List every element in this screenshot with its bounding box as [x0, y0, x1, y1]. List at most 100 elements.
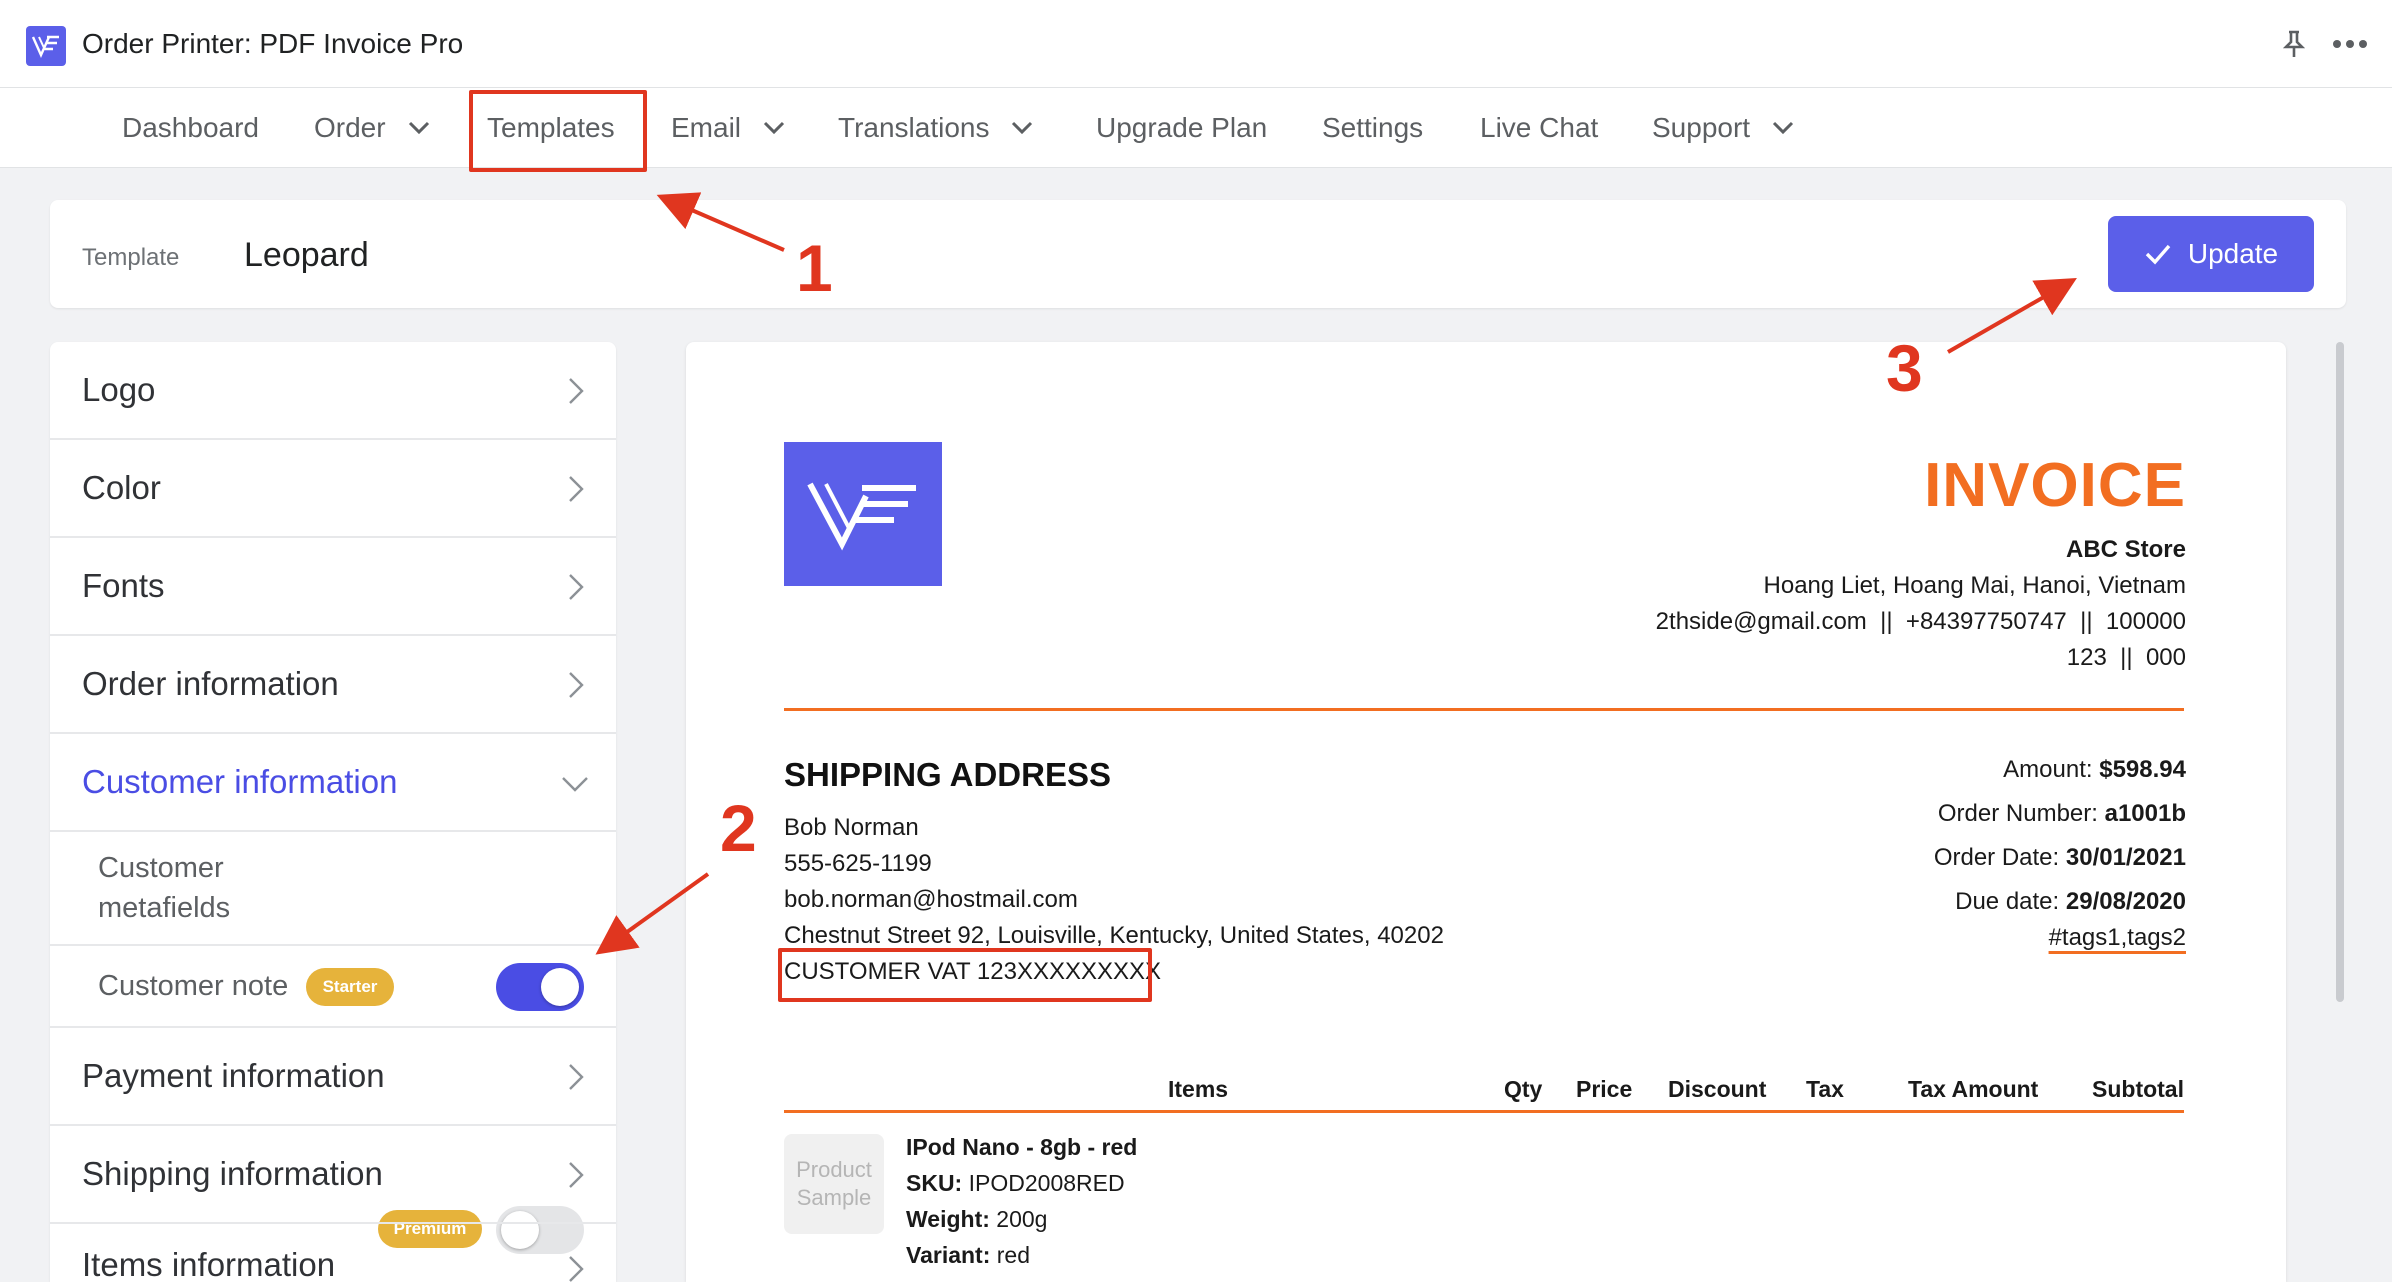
invoice-title: INVOICE	[1924, 451, 2186, 520]
nav-upgrade-plan-label: Upgrade Plan	[1096, 112, 1268, 143]
chevron-down-icon	[1772, 117, 1794, 139]
invoice-logo	[784, 442, 942, 586]
brand-logo-icon	[807, 482, 916, 551]
nav-dashboard[interactable]: Dashboard	[122, 88, 259, 168]
chevron-right-icon	[560, 376, 590, 406]
panel-row-items-information[interactable]: Items information	[50, 1224, 616, 1282]
store-extra: 123 || 000	[2066, 644, 2186, 671]
meta-amount-value: $598.94	[2099, 756, 2186, 783]
product-sku: SKU: IPOD2008RED	[906, 1170, 1125, 1197]
nav-support[interactable]: Support	[1652, 88, 1794, 168]
nav-dashboard-label: Dashboard	[122, 112, 259, 143]
panel-row-label: Items information	[82, 1246, 336, 1282]
nav-translations[interactable]: Translations	[838, 88, 1033, 168]
nav-support-label: Support	[1652, 112, 1751, 143]
chevron-right-icon	[560, 670, 590, 700]
meta-amount-label: Amount:	[2003, 756, 2093, 783]
panel-row-color[interactable]: Color	[50, 440, 616, 538]
panel-row-label: Order information	[82, 665, 339, 702]
annotation-step-1: 1	[796, 231, 833, 305]
header-divider	[784, 708, 2184, 711]
product-name: IPod Nano - 8gb - red	[906, 1134, 1138, 1160]
template-header-card: Template Leopard	[50, 200, 2346, 308]
shipping-heading: SHIPPING ADDRESS	[784, 756, 1112, 793]
chevron-right-icon	[560, 572, 590, 602]
product-weight-value: 200g	[996, 1206, 1048, 1232]
starter-badge: Starter	[306, 968, 394, 1006]
col-discount: Discount	[1668, 1076, 1767, 1102]
check-icon	[2144, 243, 2172, 265]
col-price: Price	[1576, 1076, 1633, 1102]
preview-scrollbar[interactable]	[2336, 342, 2344, 1002]
col-tax-amount: Tax Amount	[1908, 1076, 2039, 1102]
meta-order-date: Order Date: 30/01/2021	[1934, 844, 2186, 872]
meta-due-date: Due date: 29/08/2020	[1955, 888, 2186, 916]
meta-order-number-label: Order Number:	[1937, 800, 2098, 827]
customer-note-toggle[interactable]	[496, 963, 584, 1011]
order-tags: #tags1,tags2	[2048, 924, 2186, 951]
product-sku-label: SKU:	[906, 1170, 963, 1196]
panel-row-fonts[interactable]: Fonts	[50, 538, 616, 636]
shipping-address: Chestnut Street 92, Louisville, Kentucky…	[784, 922, 1444, 949]
pin-icon[interactable]	[2276, 26, 2312, 62]
panel-row-label: Color	[82, 469, 161, 506]
product-thumbnail-text: Product Sample	[796, 1157, 872, 1210]
nav-order-label: Order	[314, 112, 386, 143]
chevron-right-icon	[560, 474, 590, 504]
template-label: Template	[82, 244, 180, 271]
items-header-divider	[784, 1110, 2184, 1113]
app-logo-icon	[26, 26, 66, 66]
settings-panel: Logo Color Fonts Order information Custo…	[50, 342, 616, 1282]
meta-order-date-label: Order Date:	[1933, 844, 2060, 871]
chevron-right-icon	[560, 1160, 590, 1190]
col-items: Items	[1168, 1076, 1229, 1102]
chevron-down-icon	[763, 117, 785, 139]
meta-due-date-value: 29/08/2020	[2065, 888, 2186, 915]
meta-amount: Amount: $598.94	[2003, 756, 2186, 784]
product-weight-label: Weight:	[906, 1206, 990, 1232]
store-name: ABC Store	[2065, 536, 2186, 563]
vat-highlight-box	[778, 948, 1152, 1002]
chevron-down-icon	[408, 117, 430, 139]
main-nav: Dashboard Order Templates Email Translat…	[0, 88, 2392, 168]
nav-live-chat[interactable]: Live Chat	[1480, 88, 1598, 168]
toggle-knob	[541, 968, 579, 1006]
product-variant: Variant: red	[906, 1242, 1030, 1269]
panel-row-label: Logo	[82, 371, 156, 408]
update-button[interactable]: Update	[2108, 216, 2314, 292]
panel-row-order-information[interactable]: Order information	[50, 636, 616, 734]
meta-due-date-label: Due date:	[1955, 888, 2060, 915]
template-name: Leopard	[244, 236, 369, 274]
product-sku-value: IPOD2008RED	[968, 1170, 1125, 1196]
nav-order[interactable]: Order	[314, 88, 430, 168]
shipping-name: Bob Norman	[784, 814, 919, 841]
col-tax: Tax	[1806, 1076, 1844, 1102]
nav-translations-label: Translations	[838, 112, 990, 143]
panel-row-label: Payment information	[82, 1057, 385, 1094]
customer-note-row: Customer note Starter	[50, 946, 616, 1028]
customer-metafields-row: Customer metafields Premium	[50, 832, 616, 1254]
panel-row-label: Customer information	[82, 763, 398, 800]
chevron-right-icon	[560, 1062, 590, 1092]
customer-metafields-label-line2: metafields	[98, 892, 231, 924]
nav-upgrade-plan[interactable]: Upgrade Plan	[1096, 88, 1267, 168]
store-contact: 2thside@gmail.com || +84397750747 || 100…	[1655, 608, 2186, 635]
nav-email[interactable]: Email	[671, 88, 785, 168]
chevron-down-icon	[560, 768, 590, 798]
panel-row-payment-information[interactable]: Payment information	[50, 1028, 616, 1126]
meta-order-number-value: a1001b	[2104, 800, 2186, 827]
nav-settings-label: Settings	[1322, 112, 1424, 143]
meta-order-date-value: 30/01/2021	[2065, 844, 2186, 871]
more-options-icon[interactable]	[2330, 26, 2370, 62]
col-subtotal: Subtotal	[2092, 1076, 2184, 1102]
store-address: Hoang Liet, Hoang Mai, Hanoi, Vietnam	[1763, 572, 2186, 599]
update-label: Update	[2187, 238, 2279, 269]
annotation-step-3: 3	[1886, 331, 1923, 405]
meta-order-number: Order Number: a1001b	[1938, 800, 2186, 828]
panel-row-logo[interactable]: Logo	[50, 342, 616, 440]
panel-row-shipping-information[interactable]: Shipping information	[50, 1126, 616, 1224]
panel-row-label: Shipping information	[82, 1155, 383, 1192]
panel-row-customer-information[interactable]: Customer information	[50, 734, 616, 832]
templates-highlight-box	[469, 90, 647, 172]
nav-settings[interactable]: Settings	[1322, 88, 1423, 168]
